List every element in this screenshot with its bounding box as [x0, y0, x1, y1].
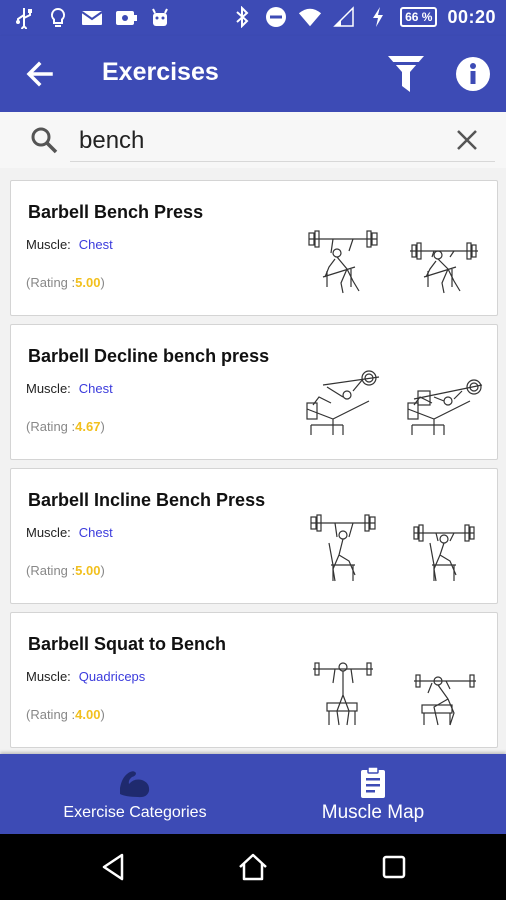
- exercise-card[interactable]: Barbell Incline Bench Press Muscle: Chest…: [10, 468, 498, 604]
- rating-row: (Rating :4.00): [26, 707, 105, 722]
- system-navigation-bar: [0, 834, 506, 900]
- exercise-name: Barbell Decline bench press: [28, 346, 270, 366]
- app-bar: Exercises: [0, 36, 506, 112]
- search-icon: [30, 126, 58, 154]
- back-triangle-icon[interactable]: [98, 851, 130, 883]
- exercise-name: Barbell Squat to Bench: [28, 634, 227, 654]
- rating-prefix: (Rating :: [26, 419, 76, 434]
- recents-icon[interactable]: [378, 851, 410, 883]
- muscle-label: Muscle:: [26, 237, 71, 252]
- rating-value: 4.00: [75, 707, 101, 722]
- exercise-name: Barbell Incline Bench Press: [28, 490, 266, 510]
- wifi-icon: [298, 5, 322, 29]
- android-icon: [148, 6, 172, 30]
- filter-icon[interactable]: [387, 54, 425, 94]
- nav-label: Muscle Map: [321, 802, 425, 823]
- battery-indicator: 66 %: [400, 7, 438, 27]
- muscle-value[interactable]: Chest: [79, 237, 113, 252]
- rating-row: (Rating :5.00): [26, 563, 105, 578]
- exercise-card[interactable]: Barbell Bench Press Muscle: Chest (Rating…: [10, 180, 498, 316]
- muscle-value[interactable]: Quadriceps: [79, 669, 145, 684]
- exercise-card[interactable]: Barbell Squat to Bench Muscle: Quadriceps…: [10, 612, 498, 748]
- muscle-value[interactable]: Chest: [79, 525, 113, 540]
- info-icon[interactable]: [455, 56, 491, 92]
- muscle-value[interactable]: Chest: [79, 381, 113, 396]
- search-input[interactable]: [70, 120, 495, 162]
- muscle-row: Muscle: Chest: [26, 237, 113, 252]
- exercise-start-illustration: [303, 221, 383, 301]
- muscle-row: Muscle: Chest: [26, 525, 113, 540]
- exercise-end-illustration: [404, 509, 484, 589]
- exercise-name: Barbell Bench Press: [28, 202, 204, 222]
- flexed-arm-icon: [118, 766, 152, 800]
- cast-icon: [114, 6, 138, 30]
- muscle-row: Muscle: Chest: [26, 381, 113, 396]
- do-not-disturb-icon: [264, 5, 288, 29]
- rating-suffix: ): [100, 707, 105, 722]
- exercise-end-illustration: [404, 653, 484, 733]
- bottom-nav: Exercise Categories Muscle Map: [0, 754, 506, 834]
- exercise-end-illustration: [404, 221, 484, 301]
- exercise-start-illustration: [303, 509, 383, 589]
- rating-prefix: (Rating :: [26, 707, 76, 722]
- clock: 00:20: [447, 6, 496, 27]
- nav-exercise-categories[interactable]: Exercise Categories: [0, 754, 270, 834]
- exercise-end-illustration: [404, 365, 484, 445]
- exercise-list: Barbell Bench Press Muscle: Chest (Rating…: [10, 180, 498, 756]
- arrow-back-icon[interactable]: [24, 58, 56, 90]
- signal-icon: [332, 5, 356, 29]
- mail-icon: [80, 6, 104, 30]
- page-title: Exercises: [102, 58, 219, 86]
- rating-prefix: (Rating :: [26, 275, 76, 290]
- home-icon[interactable]: [237, 851, 269, 883]
- status-bar: 66 % 00:20: [0, 0, 506, 36]
- bulb-icon: [46, 6, 70, 30]
- usb-icon: [12, 6, 36, 30]
- rating-row: (Rating :5.00): [26, 275, 105, 290]
- close-icon[interactable]: [455, 128, 479, 152]
- rating-row: (Rating :4.67): [26, 419, 105, 434]
- rating-prefix: (Rating :: [26, 563, 76, 578]
- exercise-start-illustration: [303, 653, 383, 733]
- exercise-start-illustration: [303, 365, 383, 445]
- nav-muscle-map[interactable]: Muscle Map: [240, 754, 506, 834]
- rating-value: 5.00: [75, 275, 101, 290]
- rating-value: 4.67: [75, 419, 101, 434]
- bluetooth-icon: [230, 5, 254, 29]
- muscle-label: Muscle:: [26, 669, 71, 684]
- charging-icon: [366, 5, 390, 29]
- exercise-card[interactable]: Barbell Decline bench press Muscle: Chest…: [10, 324, 498, 460]
- rating-suffix: ): [100, 275, 105, 290]
- muscle-label: Muscle:: [26, 381, 71, 396]
- rating-suffix: ): [100, 419, 105, 434]
- muscle-row: Muscle: Quadriceps: [26, 669, 145, 684]
- nav-label: Exercise Categories: [63, 804, 207, 821]
- clipboard-icon: [356, 766, 390, 800]
- search-bar: [0, 112, 506, 168]
- muscle-label: Muscle:: [26, 525, 71, 540]
- rating-suffix: ): [100, 563, 105, 578]
- rating-value: 5.00: [75, 563, 101, 578]
